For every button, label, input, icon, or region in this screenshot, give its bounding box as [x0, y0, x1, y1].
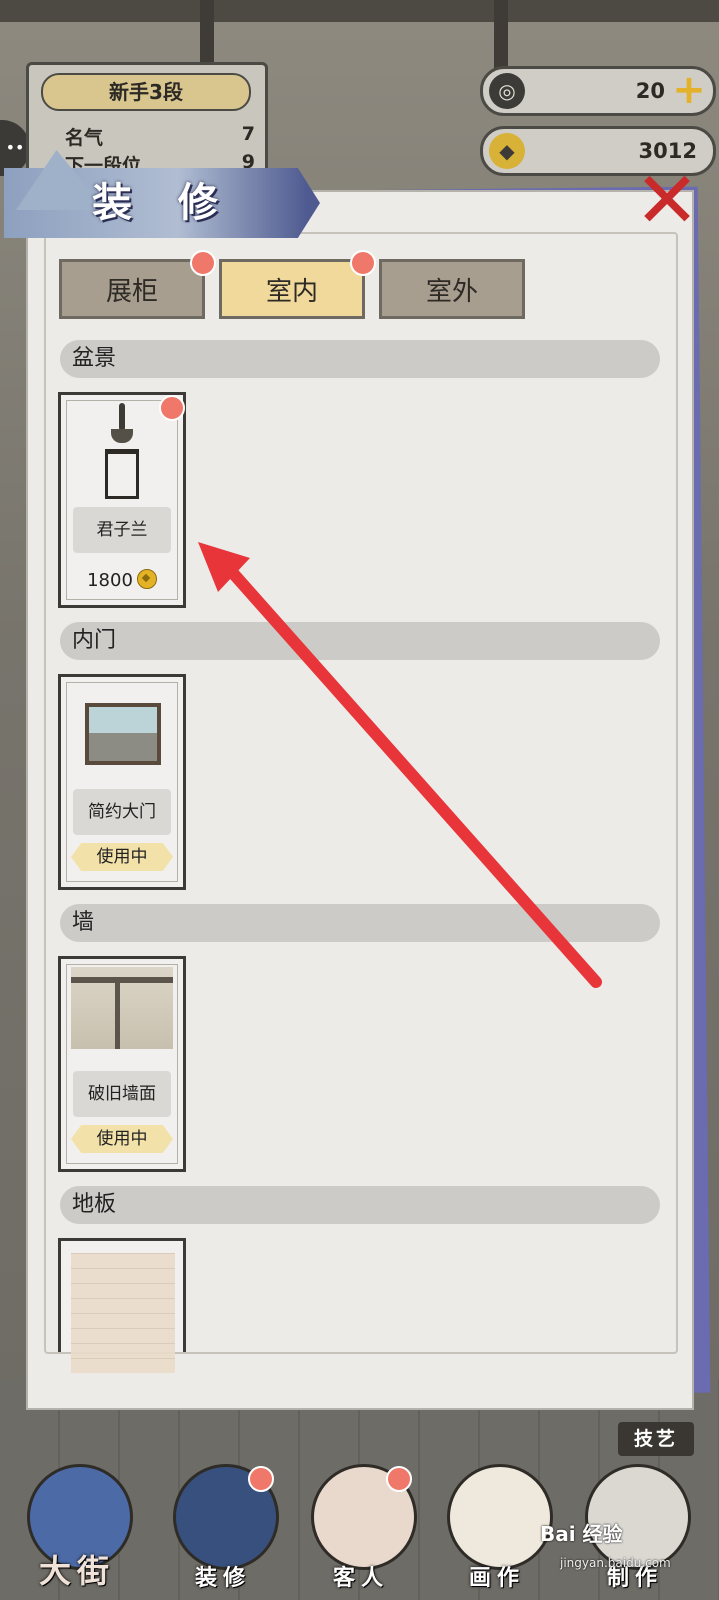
- tab-label: 室外: [425, 277, 478, 307]
- notification-dot: [190, 250, 216, 276]
- nav-label: 客人: [332, 1566, 389, 1591]
- item-card-clivia[interactable]: 君子兰 1800: [58, 392, 186, 608]
- item-card-simple-door[interactable]: 简约大门 使用中: [58, 674, 186, 890]
- stat-value: 7: [241, 123, 255, 145]
- background-post: [200, 0, 214, 70]
- item-name: 简约大门: [73, 789, 171, 835]
- item-price: 1800: [61, 569, 183, 591]
- wall-beam: [71, 977, 173, 983]
- item-card-floor[interactable]: [58, 1238, 186, 1373]
- plant-leaf-icon: [119, 403, 125, 431]
- section-label: 内门: [72, 628, 117, 653]
- tab-label: 室内: [265, 277, 318, 307]
- section-label: 墙: [72, 910, 95, 935]
- item-name: 君子兰: [73, 507, 171, 553]
- ink-brush-icon: [585, 1464, 691, 1570]
- coin-icon: [136, 569, 157, 589]
- coin-icon: ◆: [489, 133, 525, 169]
- price-value: 1800: [87, 570, 133, 591]
- close-button[interactable]: ✕: [626, 158, 708, 244]
- item-card-shabby-wall[interactable]: 破旧墙面 使用中: [58, 956, 186, 1172]
- watermark-brand: Bai 经验: [540, 1522, 623, 1546]
- tab-indoor[interactable]: 室内: [219, 250, 376, 319]
- nav-label: 装修: [194, 1566, 251, 1591]
- painting-scroll-icon: [447, 1464, 553, 1570]
- wall-post: [115, 977, 120, 1049]
- add-jade-button[interactable]: +: [671, 70, 707, 110]
- section-header-bonsai: 盆景: [60, 340, 660, 378]
- rank-title: 新手3段: [41, 73, 251, 111]
- nav-guests[interactable]: 客人: [296, 1464, 426, 1594]
- section-header-wall: 墙: [60, 904, 660, 942]
- nav-street[interactable]: 大街: [12, 1464, 142, 1594]
- stat-row-fame: 名气 7: [65, 123, 255, 150]
- in-use-badge: 使用中: [71, 1125, 173, 1153]
- tab-display-cabinet[interactable]: 展柜: [59, 250, 216, 319]
- notification-dot: [350, 250, 376, 276]
- background-post: [494, 0, 508, 70]
- jade-value: 20: [635, 79, 665, 103]
- jade-icon: ◎: [489, 73, 525, 109]
- nav-label: 画作: [468, 1566, 525, 1591]
- in-use-badge: 使用中: [71, 843, 173, 871]
- nav-label: 大街: [38, 1552, 115, 1590]
- background-beam: [0, 0, 719, 22]
- section-label: 地板: [72, 1192, 117, 1217]
- notification-dot: [159, 395, 185, 421]
- notification-dot: [386, 1466, 412, 1492]
- tab-outdoor[interactable]: 室外: [379, 259, 525, 319]
- nav-decorate[interactable]: 装修: [158, 1464, 288, 1594]
- door-image: [85, 703, 161, 765]
- section-header-floor: 地板: [60, 1186, 660, 1224]
- watermark-url: jingyan.baidu.com: [560, 1556, 671, 1570]
- section-header-inner-door: 内门: [60, 622, 660, 660]
- panel-title: 装 修: [92, 180, 234, 226]
- tab-label: 展柜: [105, 277, 158, 307]
- bottom-nav: 大街 装修 客人 画作 制作: [0, 1420, 719, 1600]
- plant-stand-icon: [105, 449, 139, 499]
- jade-resource[interactable]: ◎ 20 +: [480, 66, 716, 116]
- section-label: 盆景: [72, 346, 117, 371]
- floor-image: [71, 1253, 175, 1373]
- item-name: 破旧墙面: [73, 1071, 171, 1117]
- stat-label: 名气: [65, 127, 104, 149]
- notification-dot: [248, 1466, 274, 1492]
